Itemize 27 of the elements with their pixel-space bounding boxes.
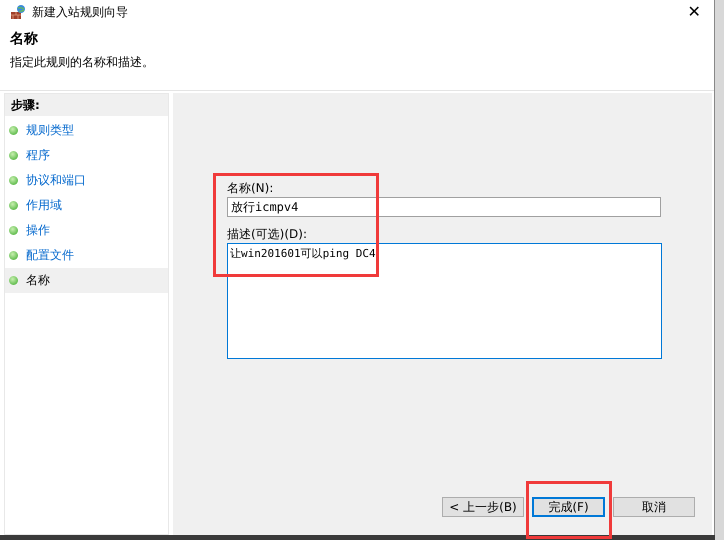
step-item[interactable]: 配置文件: [5, 243, 168, 268]
step-bullet-icon: [9, 201, 18, 210]
step-bullet-icon: [9, 176, 18, 185]
step-item[interactable]: 名称: [5, 268, 168, 293]
dialog-button[interactable]: < 上一步(B): [442, 497, 524, 517]
step-item[interactable]: 操作: [5, 218, 168, 243]
step-item[interactable]: 程序: [5, 143, 168, 168]
name-label: 名称(N):: [227, 180, 274, 196]
step-item[interactable]: 规则类型: [5, 118, 168, 143]
step-bullet-icon: [9, 276, 18, 285]
step-bullet-icon: [9, 126, 18, 135]
dialog-button[interactable]: 完成(F): [532, 497, 605, 517]
window-title: 新建入站规则向导: [32, 4, 129, 20]
page-subtitle: 指定此规则的名称和描述。: [10, 54, 155, 71]
description-label: 描述(可选)(D):: [227, 226, 308, 242]
description-input-field[interactable]: 让win201601可以ping DC4: [227, 243, 662, 359]
step-item[interactable]: 协议和端口: [5, 168, 168, 193]
name-input-field[interactable]: 放行icmpv4: [227, 197, 661, 217]
step-bullet-icon: [9, 151, 18, 160]
step-bullet-icon: [9, 226, 18, 235]
page-title: 名称: [10, 30, 39, 48]
step-item[interactable]: 作用域: [5, 193, 168, 218]
steps-header: 步骤:: [5, 94, 168, 116]
close-button[interactable]: ✕: [674, 2, 714, 22]
dialog-button[interactable]: 取消: [613, 497, 695, 517]
step-bullet-icon: [9, 251, 18, 260]
firewall-icon: [10, 4, 26, 20]
